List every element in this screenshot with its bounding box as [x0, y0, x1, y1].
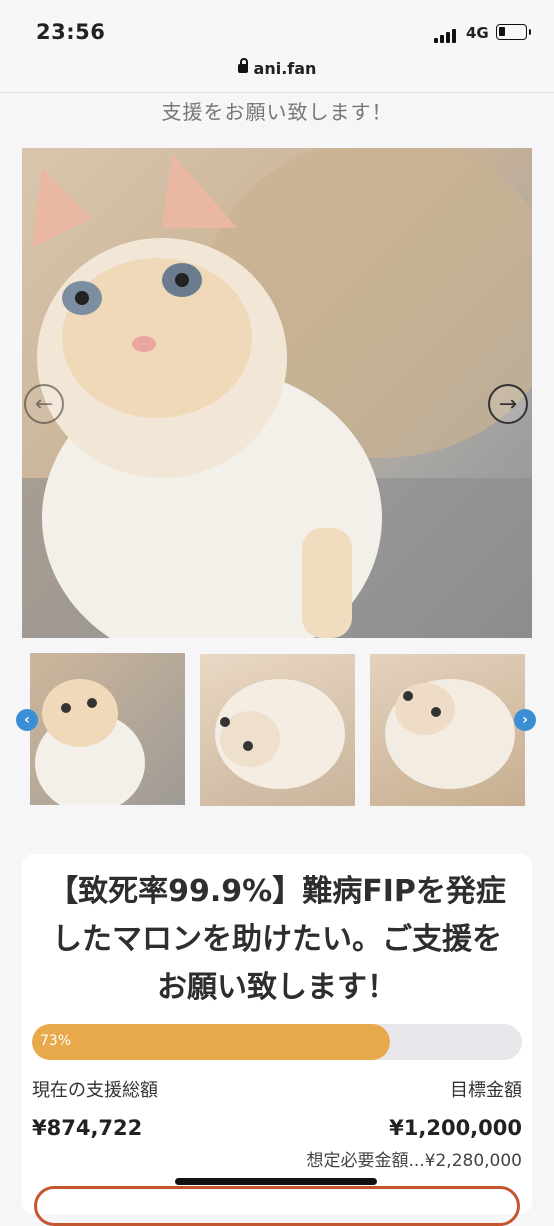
status-time: 23:56: [36, 20, 106, 44]
campaign-title-line: したマロンを助けたい。ご支援を: [52, 922, 502, 957]
current-amount-value: ¥874,722: [32, 1116, 143, 1140]
battery-icon: [496, 24, 531, 40]
thumbnail-3[interactable]: [370, 654, 525, 806]
progress-percent: 73%: [40, 1033, 72, 1049]
arrow-left-icon: ←: [34, 391, 54, 417]
main-photo[interactable]: [22, 148, 532, 638]
carousel-next-button[interactable]: →: [488, 384, 528, 424]
url-text: ani.fan: [253, 59, 317, 78]
cat-thumbnail-image: [385, 679, 515, 789]
required-amount-text: 想定必要金額...¥2,280,000: [306, 1151, 522, 1171]
thumbnail-2[interactable]: [200, 654, 355, 806]
page-subtitle: 支援をお願い致します！: [161, 100, 393, 124]
funding-progress-bar: 73%: [32, 1024, 522, 1060]
campaign-title-line: 【致死率99.9%】難病FIPを発症: [48, 874, 506, 909]
campaign-title: 【致死率99.9%】難病FIPを発症 したマロンを助けたい。ご支援を お願い致し…: [22, 868, 532, 1012]
chevron-right-icon: ›: [522, 712, 528, 728]
thumbnail-1[interactable]: [30, 653, 185, 805]
campaign-title-line: お願い致します！: [157, 970, 397, 1005]
address-bar[interactable]: ani.fan: [0, 54, 554, 93]
signal-icon: [434, 27, 460, 43]
carousel-prev-button[interactable]: ←: [24, 384, 64, 424]
lock-icon: [237, 57, 248, 73]
cat-thumbnail-image: [215, 679, 345, 789]
cat-thumbnail-image: [35, 679, 145, 805]
current-amount-label: 現在の支援総額: [32, 1080, 158, 1101]
cat-photo-image: [22, 148, 532, 638]
chevron-left-icon: ‹: [24, 712, 30, 728]
campaign-card: 【致死率99.9%】難病FIPを発症 したマロンを助けたい。ご支援を お願い致し…: [22, 854, 532, 1226]
home-indicator[interactable]: [175, 1178, 377, 1185]
arrow-right-icon: →: [498, 391, 518, 417]
network-type: 4G: [466, 24, 489, 42]
thumbnail-strip: [30, 652, 525, 810]
status-bar: 23:56 4G: [0, 0, 554, 62]
support-button[interactable]: [34, 1186, 520, 1226]
thumbnail-next-button[interactable]: ›: [514, 709, 536, 731]
goal-amount-value: ¥1,200,000: [389, 1116, 522, 1140]
goal-amount-label: 目標金額: [450, 1080, 522, 1101]
thumbnail-prev-button[interactable]: ‹: [16, 709, 38, 731]
progress-fill: [32, 1024, 390, 1060]
